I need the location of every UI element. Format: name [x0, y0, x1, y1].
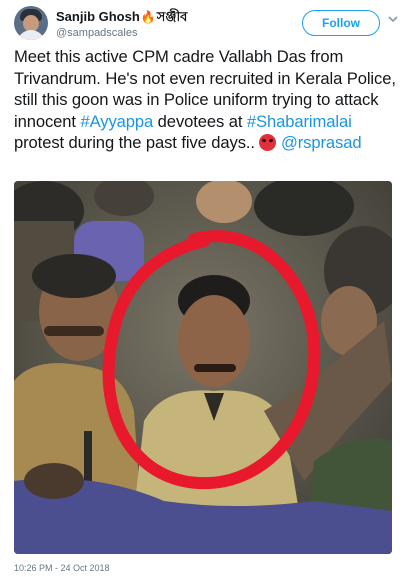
tweet-timestamp[interactable]: 10:26 PM - 24 Oct 2018	[14, 563, 110, 573]
angry-face-icon	[259, 134, 277, 151]
user-name-text: Sanjib Ghosh	[56, 9, 140, 24]
hashtag-shabarimalai[interactable]: #Shabarimalai	[247, 112, 352, 131]
user-name-suffix: সঞ্জীব	[156, 9, 188, 24]
user-name[interactable]: Sanjib Ghosh🔥সঞ্জীব	[56, 8, 187, 29]
tweet-header: Sanjib Ghosh🔥সঞ্জীব @sampadscales Follow	[14, 6, 398, 42]
chevron-down-icon[interactable]	[388, 14, 398, 24]
photo-illustration	[14, 181, 392, 554]
hashtag-ayyappa[interactable]: #Ayyappa	[80, 112, 153, 131]
tweet-text: Meet this active CPM cadre Vallabh Das f…	[14, 46, 396, 154]
flame-icon: 🔥	[140, 10, 156, 24]
tweet-photo[interactable]	[14, 181, 392, 554]
mention-rsprasad[interactable]: @rsprasad	[281, 133, 362, 152]
tweet-text-part: protest during the past five days..	[14, 133, 260, 152]
follow-button[interactable]: Follow	[302, 10, 380, 36]
user-handle[interactable]: @sampadscales	[56, 27, 137, 39]
avatar[interactable]	[14, 6, 48, 40]
tweet-text-part: devotees at	[153, 111, 247, 131]
